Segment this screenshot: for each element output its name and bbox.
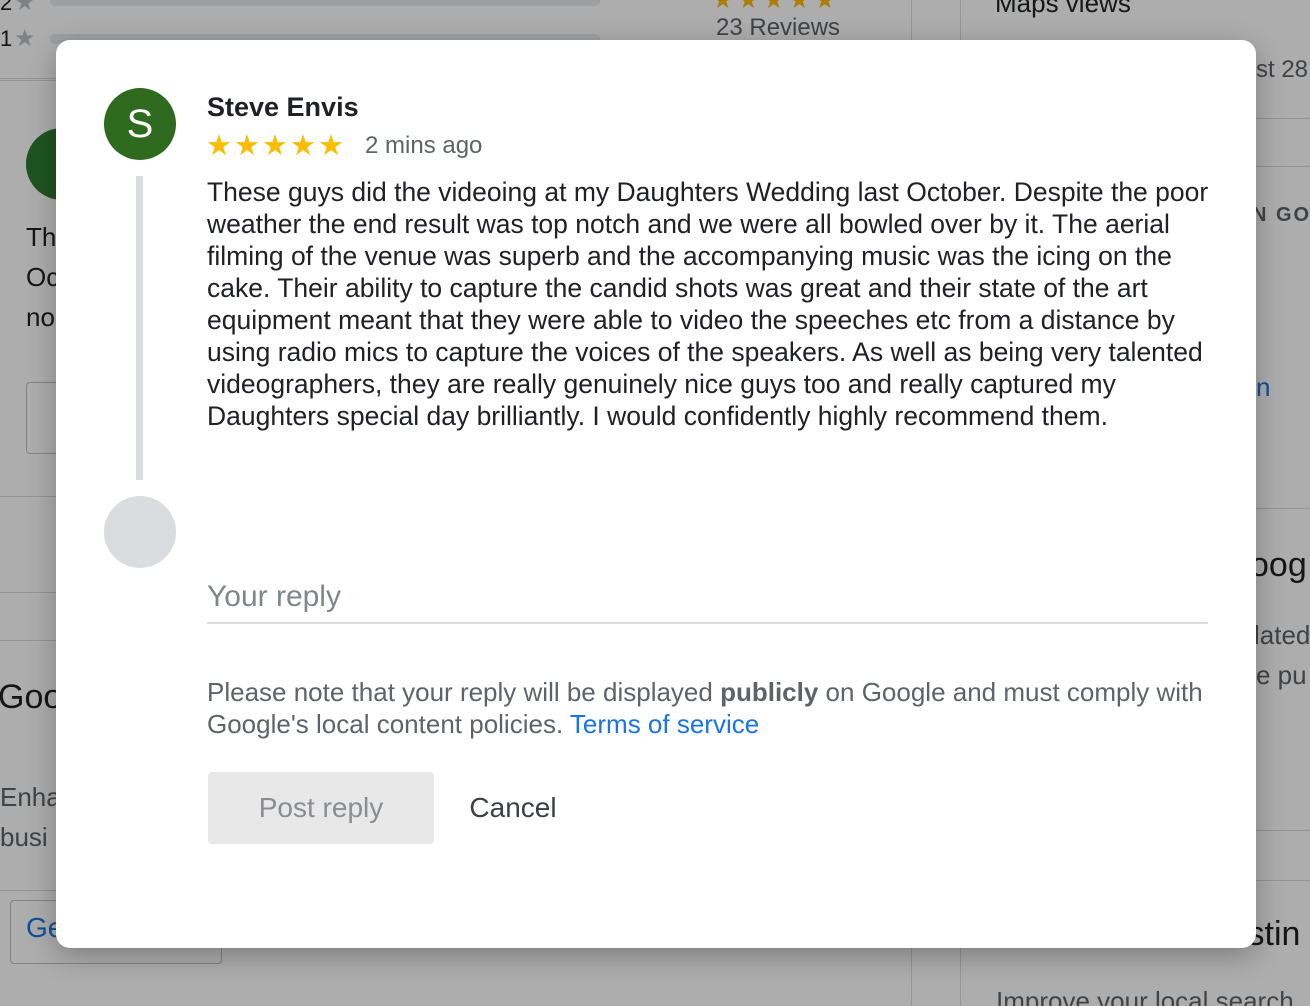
policy-note: Please note that your reply will be disp… [207,676,1207,740]
reviewer-avatar: S [104,88,176,160]
star-icon: ★ [234,130,260,162]
policy-note-text: Please note that your reply will be disp… [207,677,721,707]
reviewer-name: Steve Envis [207,92,359,122]
star-icon: ★ [318,130,344,162]
owner-avatar-placeholder [104,496,176,568]
star-icon: ★ [206,130,232,162]
review-timestamp: 2 mins ago [365,132,483,159]
star-icon: ★ [262,130,288,162]
reply-dialog: S Steve Envis ★ ★ ★ ★ ★ 2 mins ago These… [56,40,1256,948]
review-text: These guys did the videoing at my Daught… [207,177,1209,431]
post-reply-button[interactable]: Post reply [208,772,434,844]
reply-input[interactable] [207,572,1208,624]
rating-stars: ★ ★ ★ ★ ★ [206,130,346,162]
cancel-button[interactable]: Cancel [448,772,578,844]
terms-of-service-link[interactable]: Terms of service [570,709,759,739]
thread-connector [136,176,143,480]
policy-note-emphasis: publicly [720,677,819,707]
star-icon: ★ [290,130,316,162]
